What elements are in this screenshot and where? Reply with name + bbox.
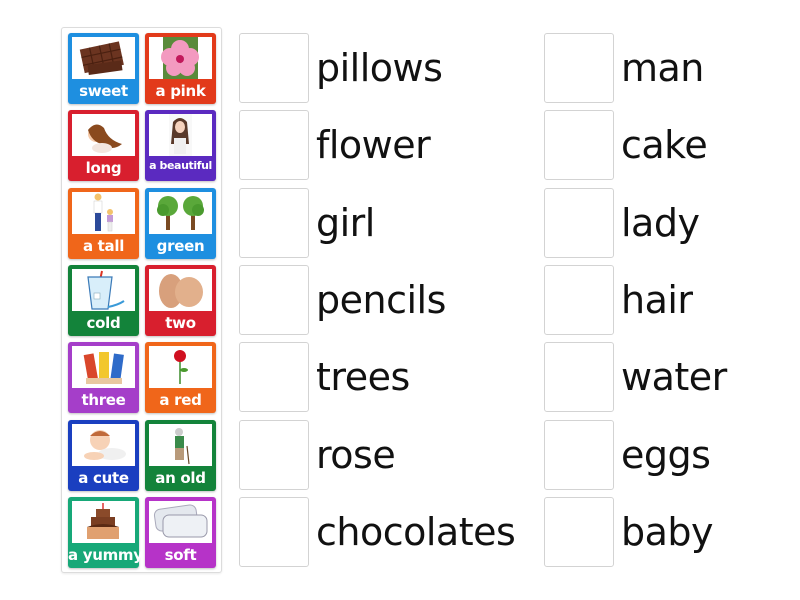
draggable-tile[interactable]: two xyxy=(145,264,216,336)
target-word: chocolates xyxy=(316,509,516,554)
draggable-tile[interactable]: a red xyxy=(145,342,216,414)
tile-label: a red xyxy=(159,391,202,410)
glass-of-water-icon xyxy=(72,268,135,311)
draggable-tile[interactable]: green xyxy=(145,187,216,259)
target-word: lady xyxy=(621,200,700,245)
draggable-tile[interactable]: three xyxy=(68,342,139,414)
tile-label: sweet xyxy=(79,82,128,100)
three-pencils-icon xyxy=(72,346,135,389)
draggable-tile[interactable]: sweet xyxy=(68,33,139,104)
draggable-tile[interactable]: cold xyxy=(68,264,139,336)
pillows-icon xyxy=(149,500,212,543)
draggable-tile[interactable]: a cute xyxy=(68,419,139,491)
old-woman-icon xyxy=(149,423,212,466)
red-rose-icon xyxy=(149,346,212,389)
tile-label: a pink xyxy=(155,82,206,100)
drop-zone[interactable] xyxy=(544,110,614,181)
target-word: flower xyxy=(316,123,431,168)
baby-icon xyxy=(72,423,135,466)
target-word: water xyxy=(621,355,727,400)
chocolate-bar-icon xyxy=(72,37,135,79)
drop-zone[interactable] xyxy=(239,496,309,567)
target-word: eggs xyxy=(621,432,711,477)
draggable-tile[interactable]: soft xyxy=(145,496,216,568)
target-word: hair xyxy=(621,277,693,322)
two-trees-icon xyxy=(149,191,212,234)
tile-label: a yummy xyxy=(68,545,143,564)
target-word: pencils xyxy=(316,277,446,322)
drop-zone[interactable] xyxy=(239,33,309,103)
drop-zone[interactable] xyxy=(544,187,614,258)
tall-man-and-child-icon xyxy=(72,191,135,234)
draggable-tile[interactable]: long xyxy=(68,110,139,182)
two-eggs-icon xyxy=(149,268,212,311)
drop-zone[interactable] xyxy=(239,264,309,335)
tile-label: cold xyxy=(86,313,121,332)
draggable-tile[interactable]: a tall xyxy=(68,187,139,259)
target-word: cake xyxy=(621,123,708,168)
draggable-tile[interactable]: a beautiful xyxy=(145,110,216,182)
beautiful-lady-icon xyxy=(149,114,212,157)
tile-label: a beautiful xyxy=(149,159,212,173)
drop-zone[interactable] xyxy=(239,110,309,181)
draggable-tile[interactable]: a yummy xyxy=(68,496,143,568)
drop-zone[interactable] xyxy=(239,187,309,258)
target-word: baby xyxy=(621,509,714,554)
target-word: trees xyxy=(316,355,410,400)
drop-zone[interactable] xyxy=(544,419,614,490)
cake-icon xyxy=(72,500,135,543)
drop-zone[interactable] xyxy=(544,33,614,103)
tile-label: green xyxy=(156,236,205,255)
tile-label: long xyxy=(85,159,122,178)
drop-zone[interactable] xyxy=(544,264,614,335)
tile-label: soft xyxy=(164,545,197,564)
drop-zone[interactable] xyxy=(239,342,309,413)
tile-label: a tall xyxy=(82,236,125,255)
tile-label: a cute xyxy=(78,468,129,487)
target-word: rose xyxy=(316,432,396,477)
target-word: girl xyxy=(316,200,375,245)
drop-zone[interactable] xyxy=(544,496,614,567)
drop-zone[interactable] xyxy=(544,342,614,413)
draggable-tile[interactable]: an old xyxy=(145,419,216,491)
drop-zone[interactable] xyxy=(239,419,309,490)
target-word: man xyxy=(621,46,704,90)
tile-label: an old xyxy=(155,468,206,487)
target-word: pillows xyxy=(316,46,443,90)
pink-hibiscus-flower-icon xyxy=(149,37,212,79)
tile-label: two xyxy=(165,313,196,332)
tile-label: three xyxy=(81,391,126,410)
girl-long-hair-icon xyxy=(72,114,135,157)
draggable-tile[interactable]: a pink xyxy=(145,33,216,104)
